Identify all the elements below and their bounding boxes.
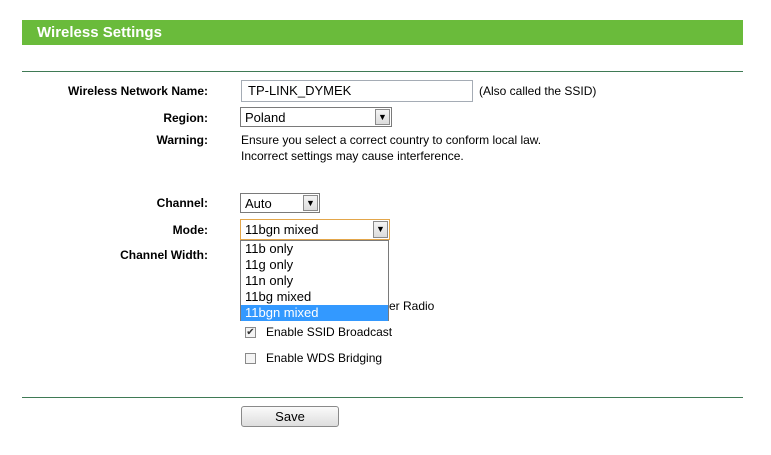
warning-label: Warning: bbox=[156, 133, 208, 147]
channel-value: Auto bbox=[245, 196, 272, 211]
wds-bridging-checkbox[interactable] bbox=[245, 353, 256, 364]
channel-label: Channel: bbox=[156, 196, 208, 210]
mode-option-11g-only[interactable]: 11g only bbox=[241, 257, 388, 273]
page-title: Wireless Settings bbox=[37, 24, 162, 41]
ssid-note: (Also called the SSID) bbox=[479, 84, 597, 98]
chevron-down-icon[interactable]: ▼ bbox=[373, 221, 388, 238]
chevron-down-icon[interactable]: ▼ bbox=[303, 195, 318, 211]
region-label: Region: bbox=[163, 111, 208, 125]
ssid-broadcast-label: Enable SSID Broadcast bbox=[266, 325, 393, 339]
chevron-down-icon[interactable]: ▼ bbox=[375, 109, 390, 125]
mode-option-11bg-mixed[interactable]: 11bg mixed bbox=[241, 289, 388, 305]
region-value: Poland bbox=[245, 110, 286, 125]
mode-value: 11bgn mixed bbox=[245, 222, 319, 237]
mode-option-11bgn-mixed[interactable]: 11bgn mixed bbox=[241, 305, 388, 321]
mode-option-11n-only[interactable]: 11n only bbox=[241, 273, 388, 289]
bottom-divider bbox=[22, 397, 743, 398]
mode-select[interactable]: 11bgn mixed ▼ bbox=[240, 219, 390, 240]
region-select[interactable]: Poland ▼ bbox=[240, 107, 392, 127]
save-button[interactable]: Save bbox=[241, 406, 339, 427]
mode-label: Mode: bbox=[172, 223, 208, 237]
wds-bridging-label: Enable WDS Bridging bbox=[266, 351, 383, 365]
network-name-input[interactable]: TP-LINK_DYMEK bbox=[241, 80, 473, 102]
top-divider bbox=[22, 71, 743, 72]
warning-line-1: Ensure you select a correct country to c… bbox=[241, 133, 542, 147]
channel-select[interactable]: Auto ▼ bbox=[240, 193, 320, 213]
ssid-broadcast-checkbox[interactable]: ✔ bbox=[245, 327, 256, 338]
mode-dropdown-list: 11b only 11g only 11n only 11bg mixed 11… bbox=[240, 240, 389, 321]
mode-option-11b-only[interactable]: 11b only bbox=[241, 241, 388, 257]
channel-width-label: Channel Width: bbox=[120, 248, 208, 262]
router-radio-label: er Radio bbox=[389, 299, 435, 313]
network-name-label: Wireless Network Name: bbox=[68, 84, 208, 98]
warning-line-2: Incorrect settings may cause interferenc… bbox=[241, 149, 464, 163]
header-bar: Wireless Settings bbox=[22, 20, 743, 45]
